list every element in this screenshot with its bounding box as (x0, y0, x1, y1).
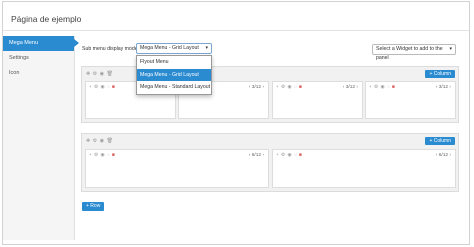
expand-icon[interactable]: › (449, 85, 451, 90)
row-tools: ✥⚙◉🗑 (86, 71, 115, 77)
title-divider (3, 30, 469, 31)
trash-icon[interactable]: ■ (112, 85, 117, 90)
sidebar-item-icon[interactable]: Icon (3, 66, 74, 81)
grid-row-2: ✥⚙◉🗑 + Column +⚙◉◌■ ‹ 6/12 › +⚙◉◌■ ‹ 6/1… (81, 133, 459, 192)
sidebar-item-settings[interactable]: Settings (3, 51, 74, 66)
trash-icon[interactable]: 🗑 (107, 71, 116, 77)
eye-icon[interactable]: ◉ (100, 71, 107, 77)
sidebar-item-label: Mega Menu (9, 40, 39, 46)
collapse-icon[interactable]: ‹ (249, 153, 251, 158)
submenu-mode-value: Mega Menu - Grid Layout (140, 45, 199, 51)
trash-icon[interactable]: ■ (112, 153, 117, 158)
add-row-button[interactable]: + Row (82, 202, 105, 211)
grid-column: +⚙◉◌■ ‹ 3/12 › (272, 81, 363, 119)
sidebar: Mega Menu Settings Icon (3, 36, 79, 240)
gear-icon[interactable]: ⚙ (93, 71, 100, 77)
sidebar-item-label: Icon (9, 70, 20, 76)
sidebar-item-label: Settings (9, 55, 29, 61)
submenu-mode-dropdown: Flyout Menu Mega Menu - Grid Layout Mega… (136, 55, 212, 95)
collapse-icon[interactable]: ‹ (343, 85, 345, 90)
caret-down-icon: ▾ (449, 46, 452, 52)
expand-icon[interactable]: › (356, 85, 358, 90)
trash-icon[interactable]: ■ (299, 85, 304, 90)
submenu-mode-select[interactable]: Mega Menu - Grid Layout ▾ (136, 43, 212, 54)
submenu-mode-label: Sub menu display mode (82, 46, 138, 52)
caret-down-icon: ▾ (205, 45, 208, 51)
widget-select[interactable]: Select a Widget to add to the panel ▾ (372, 44, 456, 61)
grid-column: +⚙◉◌■ ‹ 3/12 › (365, 81, 456, 119)
gear-icon[interactable]: ⚙ (93, 138, 100, 144)
expand-icon[interactable]: › (262, 85, 264, 90)
sidebar-item-mega-menu[interactable]: Mega Menu (3, 36, 79, 51)
column-size: 3/12 (345, 85, 356, 90)
dropdown-option-flyout[interactable]: Flyout Menu (137, 56, 211, 69)
eye-icon[interactable]: ◉ (100, 138, 107, 144)
expand-icon[interactable]: › (449, 153, 451, 158)
trash-icon[interactable]: ■ (392, 85, 397, 90)
collapse-icon[interactable]: ‹ (249, 85, 251, 90)
collapse-icon[interactable]: ‹ (436, 153, 438, 158)
add-column-button[interactable]: + Column (425, 70, 455, 78)
add-column-button[interactable]: + Column (425, 137, 455, 145)
column-size: 3/12 (251, 85, 262, 90)
column-size: 6/12 (438, 153, 449, 158)
expand-icon[interactable]: › (262, 153, 264, 158)
column-size: 3/12 (438, 85, 449, 90)
grid-column: +⚙◉◌■ ‹ 6/12 › (85, 149, 269, 188)
row-tools: ✥⚙◉🗑 (86, 138, 115, 144)
move-icon[interactable]: ✥ (86, 138, 93, 144)
move-icon[interactable]: ✥ (86, 71, 93, 77)
dropdown-option-grid-layout[interactable]: Mega Menu - Grid Layout (137, 68, 211, 81)
collapse-icon[interactable]: ‹ (436, 85, 438, 90)
trash-icon[interactable]: 🗑 (107, 138, 116, 144)
trash-icon[interactable]: ■ (299, 153, 304, 158)
grid-column: +⚙◉◌■ ‹ 6/12 › (272, 149, 456, 188)
dropdown-option-standard-layout[interactable]: Mega Menu - Standard Layout (137, 81, 211, 94)
column-size: 6/12 (251, 153, 262, 158)
page-title: Página de ejemplo (11, 14, 82, 24)
